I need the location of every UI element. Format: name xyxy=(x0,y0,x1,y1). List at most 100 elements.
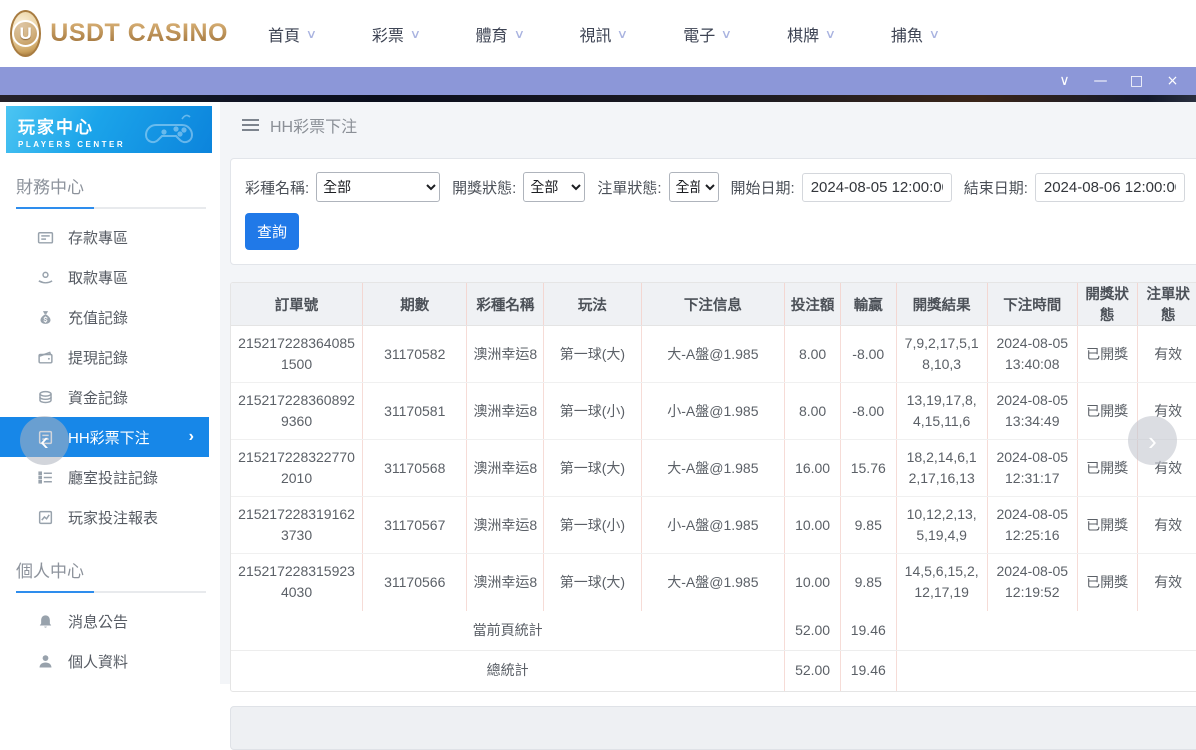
nav-item[interactable]: 捕魚 ∨ xyxy=(891,22,939,46)
close-button[interactable]: × xyxy=(1165,74,1180,88)
cell-draw-status: 已開獎 xyxy=(1077,326,1137,383)
cell-period: 31170581 xyxy=(363,383,467,440)
nav-item-label: 彩票 xyxy=(372,22,404,46)
main-content: HH彩票下注 彩種名稱: 全部 開獎狀態: 全部 注單狀態: 全部 xyxy=(220,102,1196,684)
filter-panel: 彩種名稱: 全部 開獎狀態: 全部 注單狀態: 全部 開始日期: 結束日期: xyxy=(230,158,1196,265)
cell-period: 31170582 xyxy=(363,326,467,383)
order-status-select[interactable]: 全部 xyxy=(669,172,719,202)
sidebar-item-bell[interactable]: 消息公告 xyxy=(0,601,220,641)
cell-lottery: 澳洲幸运8 xyxy=(467,326,544,383)
hamburger-menu-icon[interactable] xyxy=(242,119,259,131)
page-title: HH彩票下注 xyxy=(270,113,357,137)
draw-status-label: 開獎狀態: xyxy=(452,177,516,198)
table-row: 215217228319162373031170567澳洲幸运8第一球(小)小-… xyxy=(231,497,1196,554)
column-header: 投注額 xyxy=(785,283,841,326)
sidebar-item-label: 消息公告 xyxy=(68,611,128,632)
draw-status-select[interactable]: 全部 xyxy=(523,172,585,202)
hall-icon xyxy=(37,469,54,486)
order-status-label: 注單狀態: xyxy=(597,177,661,198)
sidebar-item-report[interactable]: 玩家投注報表 xyxy=(0,497,220,537)
sidebar-item-label: 充值記錄 xyxy=(68,307,128,328)
brand-title: USDT CASINO xyxy=(50,19,228,48)
cell-lottery: 澳洲幸运8 xyxy=(467,440,544,497)
cell-result: 14,5,6,15,2,12,17,19 xyxy=(896,554,987,611)
decor-strip xyxy=(0,95,1196,102)
sidebar-item-label: 廳室投註記錄 xyxy=(68,467,158,488)
window-titlebar: ∨ — □ × xyxy=(0,67,1196,95)
nav-item-label: 體育 xyxy=(476,22,508,46)
app-window: U USDT CASINO 首頁∨彩票∨體育∨視訊∨電子∨棋牌∨捕魚∨ ∨—□×… xyxy=(0,0,1196,684)
column-header: 下注時間 xyxy=(987,283,1077,326)
nav-item[interactable]: 視訊∨ xyxy=(579,22,627,46)
cell-order-status: 有效 xyxy=(1137,326,1196,383)
cell-info: 大-A盤@1.985 xyxy=(641,326,785,383)
lottery-name-label: 彩種名稱: xyxy=(245,177,309,198)
nav-item[interactable]: 體育∨ xyxy=(476,22,524,46)
top-bar: U USDT CASINO 首頁∨彩票∨體育∨視訊∨電子∨棋牌∨捕魚∨ xyxy=(0,0,1196,67)
minimize-button[interactable]: — xyxy=(1093,74,1108,88)
table-row: 215217228360892936031170581澳洲幸运8第一球(小)小-… xyxy=(231,383,1196,440)
cell-time: 2024-08-05 12:19:52 xyxy=(987,554,1077,611)
sidebar-item-funds[interactable]: 資金記錄 xyxy=(0,377,220,417)
chevron-down-icon: ∨ xyxy=(825,27,836,41)
sidebar-item-hall[interactable]: 廳室投註記錄 xyxy=(0,457,220,497)
sidebar-item-cashout[interactable]: 提現記錄 xyxy=(0,337,220,377)
nav-item[interactable]: 棋牌∨ xyxy=(787,22,835,46)
carousel-right-arrow[interactable]: › xyxy=(1128,416,1177,465)
sidebar-item-recharge[interactable]: 充值記錄 xyxy=(0,297,220,337)
nav-item[interactable]: 電子∨ xyxy=(683,22,731,46)
sidebar-item-withdraw[interactable]: 取款專區 xyxy=(0,257,220,297)
summary-row: 當前頁統計52.0019.46 xyxy=(231,611,1196,651)
cell-result: 10,12,2,13,5,19,4,9 xyxy=(896,497,987,554)
chevron-right-icon: › xyxy=(189,428,194,446)
cell-order-no: 2152172283227702010 xyxy=(231,440,363,497)
column-header: 訂單號 xyxy=(231,283,363,326)
sidebar-item-deposit[interactable]: 存款專區 xyxy=(0,217,220,257)
carousel-left-arrow[interactable]: ‹ xyxy=(20,416,69,465)
sidebar-item-user[interactable]: 個人資料 xyxy=(0,641,220,681)
report-icon xyxy=(37,509,54,526)
nav-item[interactable]: 彩票∨ xyxy=(372,22,420,46)
cell-winloss: 15.76 xyxy=(840,440,896,497)
cell-play: 第一球(小) xyxy=(544,383,641,440)
start-date-label: 開始日期: xyxy=(731,177,795,198)
brand[interactable]: U USDT CASINO xyxy=(0,10,228,57)
chevron-down-icon: ∨ xyxy=(929,27,940,41)
search-button[interactable]: 查詢 xyxy=(245,213,299,250)
bets-table-panel: 訂單號期數彩種名稱玩法下注信息投注額輸贏開獎結果下注時間開獎狀態注單狀態 215… xyxy=(230,282,1196,692)
cell-order-status: 有效 xyxy=(1137,554,1196,611)
sidebar-item-label: HH彩票下注 xyxy=(68,427,150,448)
maximize-button[interactable]: □ xyxy=(1129,74,1144,88)
chevron-right-icon: › xyxy=(1148,428,1157,454)
cell-order-no: 2152172283191623730 xyxy=(231,497,363,554)
end-date-label: 結束日期: xyxy=(964,177,1028,198)
table-header-row: 訂單號期數彩種名稱玩法下注信息投注額輸贏開獎結果下注時間開獎狀態注單狀態 xyxy=(231,283,1196,326)
column-header: 輸贏 xyxy=(840,283,896,326)
workspace: 玩家中心 PLAYERS CENTER 財務中心存款專區取款專區充值記錄提現記錄… xyxy=(0,102,1196,684)
cell-time: 2024-08-05 12:25:16 xyxy=(987,497,1077,554)
sidebar-item-label: 玩家投注報表 xyxy=(68,507,158,528)
end-date-input[interactable] xyxy=(1035,173,1185,202)
chevron-down-icon: ∨ xyxy=(617,27,628,41)
nav-item[interactable]: 首頁∨ xyxy=(268,22,316,46)
cell-order-status: 有效 xyxy=(1137,497,1196,554)
user-icon xyxy=(37,653,54,670)
cell-bet: 16.00 xyxy=(785,440,841,497)
players-center-header: 玩家中心 PLAYERS CENTER xyxy=(6,106,212,153)
nav-item-label: 捕魚 xyxy=(891,22,923,46)
cashout-icon xyxy=(37,349,54,366)
start-date-input[interactable] xyxy=(802,173,952,202)
top-nav: 首頁∨彩票∨體育∨視訊∨電子∨棋牌∨捕魚∨ xyxy=(268,22,939,46)
column-header: 下注信息 xyxy=(641,283,785,326)
cell-info: 小-A盤@1.985 xyxy=(641,383,785,440)
pagination-panel xyxy=(230,706,1196,750)
lottery-name-select[interactable]: 全部 xyxy=(316,172,440,202)
cell-draw-status: 已開獎 xyxy=(1077,383,1137,440)
column-header: 玩法 xyxy=(544,283,641,326)
cell-draw-status: 已開獎 xyxy=(1077,440,1137,497)
cell-draw-status: 已開獎 xyxy=(1077,497,1137,554)
sidebar-item-label: 個人資料 xyxy=(68,651,128,672)
summary-label: 當前頁統計 xyxy=(231,611,785,651)
collapse-chevron-icon[interactable]: ∨ xyxy=(1057,74,1072,88)
summary-label: 總統計 xyxy=(231,651,785,691)
